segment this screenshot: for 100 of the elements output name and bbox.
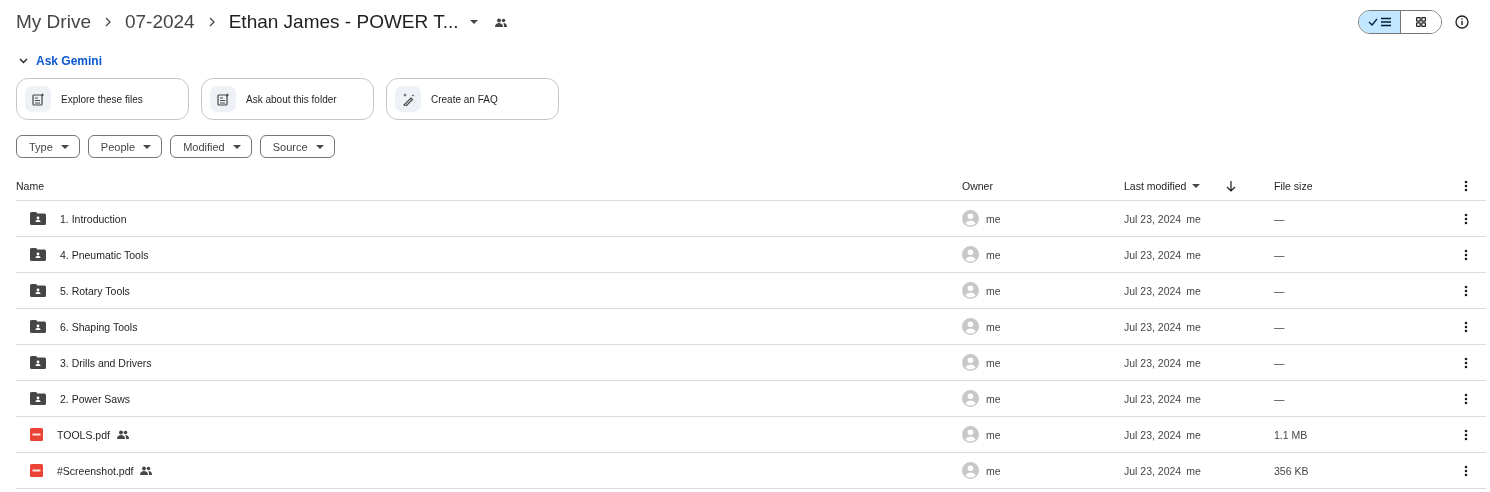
- owner-name: me: [986, 212, 1001, 225]
- info-button[interactable]: [1454, 14, 1470, 30]
- caret-icon: [232, 144, 241, 149]
- modifier-name: me: [1186, 356, 1201, 369]
- more-button[interactable]: [1464, 392, 1468, 405]
- modifier-name: me: [1186, 284, 1201, 297]
- column-header[interactable]: Name: [16, 180, 962, 192]
- avatar-icon: [962, 426, 979, 443]
- file-size: —: [1274, 212, 1285, 225]
- file-row[interactable]: 1. Introduction me Jul 23, 2024 me —: [16, 201, 1486, 237]
- shared-folder-icon: [30, 392, 46, 405]
- modifier-name: me: [1186, 464, 1201, 477]
- shared-folder-icon: [30, 356, 46, 369]
- owner-name: me: [986, 284, 1001, 297]
- more-button[interactable]: [1464, 212, 1468, 225]
- check-list-icon: [1367, 17, 1392, 27]
- modified-date: Jul 23, 2024: [1124, 392, 1182, 405]
- magic-pen-icon: [401, 92, 415, 106]
- modifier-name: me: [1186, 392, 1201, 405]
- owner-name: me: [986, 248, 1001, 261]
- more-button[interactable]: [1464, 320, 1468, 333]
- avatar-icon: [962, 318, 979, 335]
- file-row[interactable]: 5. Rotary Tools me Jul 23, 2024 me —: [16, 273, 1486, 309]
- file-size: 356 KB: [1274, 464, 1309, 477]
- file-name[interactable]: 3. Drills and Drivers: [60, 356, 152, 369]
- breadcrumb-item[interactable]: Ethan James - POWER T...: [228, 11, 459, 33]
- view-toggle-button[interactable]: [1400, 11, 1441, 33]
- filter-chip[interactable]: Type: [16, 135, 80, 158]
- file-name[interactable]: 5. Rotary Tools: [60, 284, 130, 297]
- file-name[interactable]: 2. Power Saws: [60, 392, 131, 405]
- suggestion-card[interactable]: Ask about this folder: [201, 78, 374, 120]
- chevron-icon: [208, 17, 215, 27]
- file-row[interactable]: #Screenshot.pdf me Jul 23, 2024 me 356 KB: [16, 453, 1486, 489]
- people-icon: [116, 430, 129, 439]
- view-toggle[interactable]: [1358, 10, 1442, 34]
- avatar-icon: [962, 390, 979, 407]
- filter-chip[interactable]: Source: [259, 135, 335, 158]
- owner-name: me: [986, 356, 1001, 369]
- filter-chip[interactable]: Modified: [170, 135, 252, 158]
- collapse-button[interactable]: [18, 56, 28, 66]
- file-size: 1.1 MB: [1274, 428, 1308, 441]
- ask-gemini-link[interactable]: Ask Gemini: [36, 54, 103, 68]
- owner-name: me: [986, 428, 1001, 441]
- sparkle-list-icon: [31, 92, 45, 106]
- column-header[interactable]: Owner: [962, 180, 1124, 192]
- sort-arrow-icon[interactable]: [1226, 180, 1237, 192]
- file-row[interactable]: 4. Pneumatic Tools me Jul 23, 2024 me —: [16, 237, 1486, 273]
- modifier-name: me: [1186, 320, 1201, 333]
- pdf-icon: [30, 428, 43, 441]
- modified-date: Jul 23, 2024: [1124, 248, 1182, 261]
- avatar-icon: [962, 462, 979, 479]
- shared-folder-icon: [30, 212, 46, 225]
- file-size: —: [1274, 356, 1285, 369]
- owner-name: me: [986, 320, 1001, 333]
- modified-date: Jul 23, 2024: [1124, 212, 1182, 225]
- people-icon: [494, 17, 507, 27]
- more-button[interactable]: [1464, 464, 1468, 477]
- suggestion-card[interactable]: Explore these files: [16, 78, 189, 120]
- caret-icon: [143, 144, 152, 149]
- modifier-name: me: [1186, 212, 1201, 225]
- modified-date: Jul 23, 2024: [1124, 320, 1182, 333]
- caret-icon: [60, 144, 69, 149]
- modified-date: Jul 23, 2024: [1124, 284, 1182, 297]
- file-name[interactable]: 4. Pneumatic Tools: [60, 248, 149, 261]
- file-name[interactable]: TOOLS.pdf: [57, 428, 110, 441]
- sparkle-list-icon: [216, 92, 230, 106]
- pdf-icon: [30, 464, 43, 477]
- breadcrumb-item[interactable]: 07-2024: [124, 11, 195, 33]
- modifier-name: me: [1186, 248, 1201, 261]
- view-toggle-button[interactable]: [1359, 11, 1400, 33]
- more-button[interactable]: [1464, 284, 1468, 297]
- more-button[interactable]: [1464, 356, 1468, 369]
- people-icon: [140, 466, 153, 475]
- more-button[interactable]: [1464, 180, 1468, 192]
- owner-name: me: [986, 464, 1001, 477]
- file-row[interactable]: 3. Drills and Drivers me Jul 23, 2024 me —: [16, 345, 1486, 381]
- owner-name: me: [986, 392, 1001, 405]
- file-size: —: [1274, 320, 1285, 333]
- avatar-icon: [962, 210, 979, 227]
- filter-chip[interactable]: People: [87, 135, 163, 158]
- file-row[interactable]: 6. Shaping Tools me Jul 23, 2024 me —: [16, 309, 1486, 345]
- column-header[interactable]: File size: [1274, 180, 1446, 192]
- file-name[interactable]: 1. Introduction: [60, 212, 127, 225]
- file-row[interactable]: TOOLS.pdf me Jul 23, 2024 me 1.1 MB: [16, 417, 1486, 453]
- shared-folder-icon: [30, 320, 46, 333]
- column-header[interactable]: Last modified: [1124, 180, 1187, 192]
- breadcrumb-item[interactable]: My Drive: [16, 11, 91, 33]
- more-button[interactable]: [1464, 428, 1468, 441]
- file-size: —: [1274, 284, 1285, 297]
- folder-menu-button[interactable]: [468, 17, 479, 27]
- shared-folder-icon: [30, 248, 46, 261]
- file-name[interactable]: 6. Shaping Tools: [60, 320, 138, 333]
- more-button[interactable]: [1464, 248, 1468, 261]
- file-row[interactable]: 2. Power Saws me Jul 23, 2024 me —: [16, 381, 1486, 417]
- file-name[interactable]: #Screenshot.pdf: [57, 464, 134, 477]
- avatar-icon: [962, 246, 979, 263]
- modified-date: Jul 23, 2024: [1124, 356, 1182, 369]
- caret-icon: [315, 144, 324, 149]
- modified-date: Jul 23, 2024: [1124, 464, 1182, 477]
- suggestion-card[interactable]: Create an FAQ: [386, 78, 559, 120]
